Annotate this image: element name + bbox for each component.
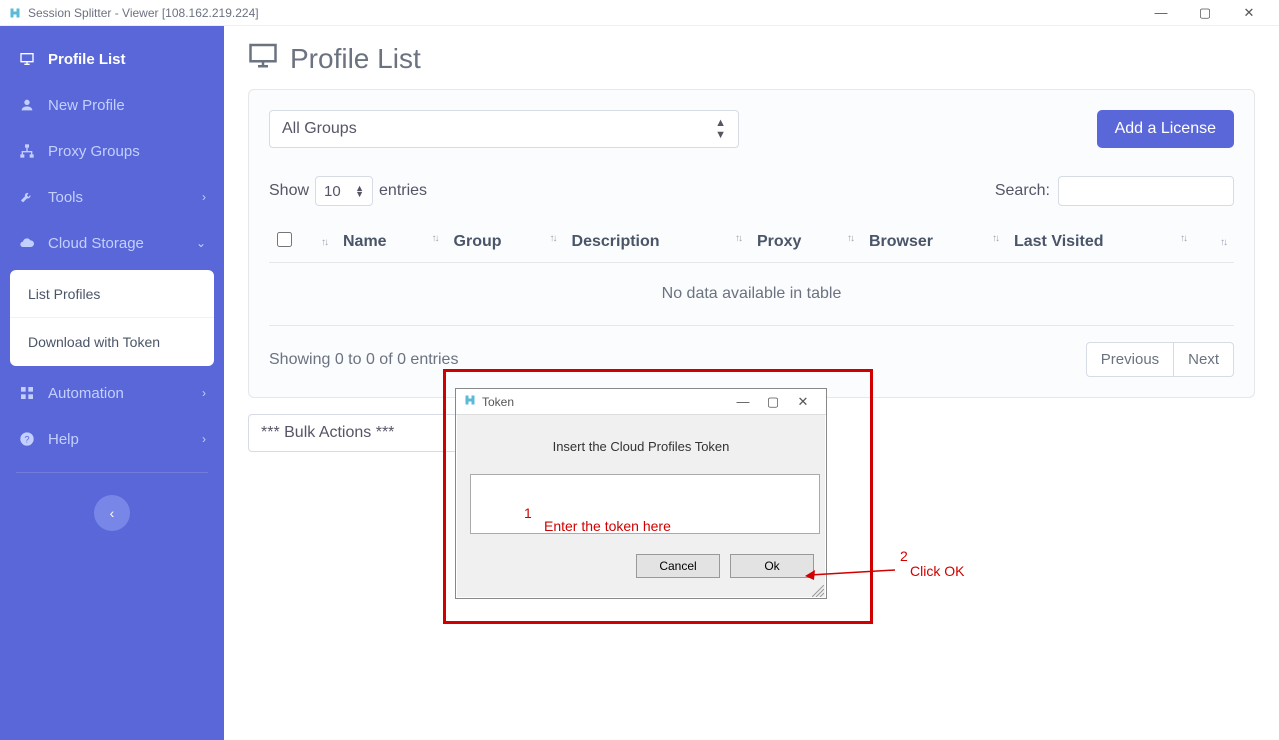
dialog-titlebar: Token — ▢ ✕ bbox=[456, 389, 826, 415]
annotation-step2-text: Click OK bbox=[910, 563, 964, 579]
monitor-icon bbox=[248, 40, 278, 77]
sidebar-item-proxy-groups[interactable]: Proxy Groups bbox=[0, 128, 224, 174]
col-browser[interactable]: Browser↑↓ bbox=[861, 222, 1006, 263]
dialog-minimize-button[interactable]: — bbox=[728, 394, 758, 409]
select-all-checkbox[interactable] bbox=[277, 232, 292, 247]
sidebar-item-label: Cloud Storage bbox=[48, 235, 144, 252]
sidebar-sub-label: Download with Token bbox=[28, 334, 160, 350]
chevron-down-icon: ⌄ bbox=[196, 236, 206, 250]
search-label: Search: bbox=[995, 182, 1050, 200]
annotation-step1-text: Enter the token here bbox=[544, 518, 671, 534]
group-select-value: All Groups bbox=[282, 120, 357, 138]
show-label: Show bbox=[269, 182, 309, 200]
sidebar-item-label: Tools bbox=[48, 189, 83, 206]
col-name[interactable]: Name↑↓ bbox=[335, 222, 446, 263]
app-icon bbox=[464, 394, 476, 409]
svg-text:?: ? bbox=[24, 434, 29, 444]
chevron-right-icon: › bbox=[202, 386, 206, 400]
page-title: Profile List bbox=[248, 40, 1255, 77]
sidebar-item-label: Profile List bbox=[48, 51, 126, 68]
entries-select[interactable]: 10 ▲▼ bbox=[315, 176, 373, 206]
question-icon: ? bbox=[18, 431, 36, 447]
sidebar-item-label: Proxy Groups bbox=[48, 143, 140, 160]
bulk-actions-value: *** Bulk Actions *** bbox=[261, 424, 394, 442]
cloud-icon bbox=[18, 235, 36, 251]
sidebar-item-profile-list[interactable]: Profile List bbox=[0, 36, 224, 82]
sidebar-item-label: Help bbox=[48, 431, 79, 448]
close-button[interactable]: ✕ bbox=[1227, 1, 1271, 25]
chevron-right-icon: › bbox=[202, 432, 206, 446]
search-input[interactable] bbox=[1058, 176, 1234, 206]
window-titlebar: Session Splitter - Viewer [108.162.219.2… bbox=[0, 0, 1279, 26]
col-group[interactable]: Group↑↓ bbox=[446, 222, 564, 263]
prev-button[interactable]: Previous bbox=[1086, 342, 1174, 377]
sidebar: Profile List New Profile Proxy Groups To… bbox=[0, 26, 224, 740]
sidebar-item-tools[interactable]: Tools › bbox=[0, 174, 224, 220]
token-dialog: Token — ▢ ✕ Insert the Cloud Profiles To… bbox=[455, 388, 827, 599]
annotation-step1-num: 1 bbox=[524, 505, 532, 521]
sidebar-submenu-cloud: List Profiles Download with Token bbox=[10, 270, 214, 366]
sidebar-sub-download-token[interactable]: Download with Token bbox=[10, 318, 214, 366]
dropdown-caret-icon: ▲▼ bbox=[715, 117, 726, 141]
dialog-close-button[interactable]: ✕ bbox=[788, 394, 818, 410]
profile-card: All Groups ▲▼ Add a License Show 10 ▲▼ e… bbox=[248, 89, 1255, 398]
entries-value: 10 bbox=[324, 183, 341, 200]
sidebar-item-automation[interactable]: Automation › bbox=[0, 370, 224, 416]
sidebar-sub-label: List Profiles bbox=[28, 286, 100, 302]
minimize-button[interactable]: — bbox=[1139, 1, 1183, 25]
table-info: Showing 0 to 0 of 0 entries bbox=[269, 351, 458, 369]
page-title-text: Profile List bbox=[290, 43, 421, 75]
resize-grip[interactable] bbox=[812, 584, 824, 596]
monitor-icon bbox=[18, 51, 36, 67]
sidebar-item-cloud-storage[interactable]: Cloud Storage ⌄ bbox=[0, 220, 224, 266]
add-license-button[interactable]: Add a License bbox=[1097, 110, 1234, 148]
main-content: Profile List All Groups ▲▼ Add a License… bbox=[224, 26, 1279, 740]
profiles-table: ↑↓ Name↑↓ Group↑↓ Description↑↓ Proxy↑↓ … bbox=[269, 222, 1234, 326]
chevron-left-icon: ‹ bbox=[110, 505, 115, 521]
sidebar-item-help[interactable]: ? Help › bbox=[0, 416, 224, 462]
app-icon bbox=[8, 6, 22, 20]
col-proxy[interactable]: Proxy↑↓ bbox=[749, 222, 861, 263]
annotation-arrow bbox=[800, 560, 900, 580]
next-button[interactable]: Next bbox=[1174, 342, 1234, 377]
dialog-maximize-button[interactable]: ▢ bbox=[758, 394, 788, 410]
group-select[interactable]: All Groups ▲▼ bbox=[269, 110, 739, 148]
sitemap-icon bbox=[18, 143, 36, 159]
sidebar-item-label: Automation bbox=[48, 385, 124, 402]
col-actions[interactable]: ↑↓ bbox=[1194, 222, 1234, 263]
col-description[interactable]: Description↑↓ bbox=[564, 222, 749, 263]
dialog-label: Insert the Cloud Profiles Token bbox=[470, 439, 812, 454]
cancel-button[interactable]: Cancel bbox=[636, 554, 720, 578]
annotation-step2-num: 2 bbox=[900, 548, 908, 564]
sidebar-sub-list-profiles[interactable]: List Profiles bbox=[10, 270, 214, 318]
no-data-row: No data available in table bbox=[269, 263, 1234, 326]
wrench-icon bbox=[18, 189, 36, 205]
sidebar-collapse-button[interactable]: ‹ bbox=[94, 495, 130, 531]
sidebar-item-label: New Profile bbox=[48, 97, 125, 114]
window-title: Session Splitter - Viewer [108.162.219.2… bbox=[28, 6, 259, 20]
sidebar-item-new-profile[interactable]: New Profile bbox=[0, 82, 224, 128]
col-sort[interactable]: ↑↓ bbox=[305, 222, 335, 263]
pagination: Previous Next bbox=[1086, 342, 1234, 377]
maximize-button[interactable]: ▢ bbox=[1183, 1, 1227, 25]
col-last-visited[interactable]: Last Visited↑↓ bbox=[1006, 222, 1194, 263]
entries-label: entries bbox=[379, 182, 427, 200]
chevron-right-icon: › bbox=[202, 190, 206, 204]
user-icon bbox=[18, 97, 36, 113]
grid-icon bbox=[18, 385, 36, 401]
bulk-actions-select[interactable]: *** Bulk Actions *** bbox=[248, 414, 466, 452]
dropdown-caret-icon: ▲▼ bbox=[355, 185, 364, 197]
sidebar-divider bbox=[16, 472, 208, 473]
dialog-title: Token bbox=[482, 395, 514, 409]
